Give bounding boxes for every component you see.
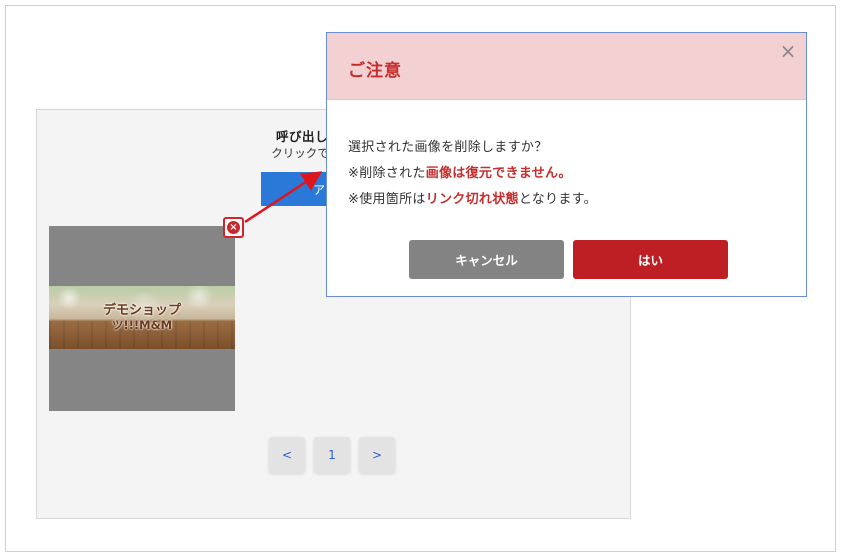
message-line2-highlight: 画像は復元できません。 <box>425 166 572 181</box>
dialog-message-line1: 選択された画像を削除しますか？ <box>348 140 548 155</box>
thumbnail-text-line1: デモショップ <box>102 303 181 318</box>
message-line3-suffix: となります。 <box>518 192 597 207</box>
confirm-yes-button[interactable]: はい <box>573 240 728 279</box>
cancel-button[interactable]: キャンセル <box>409 240 564 279</box>
dialog-message-line2: ※削除された画像は復元できません。 <box>348 162 572 181</box>
dialog-message-line3: ※使用箇所はリンク切れ状態となります。 <box>348 188 597 207</box>
dialog-header: ご注意 × <box>327 33 806 100</box>
pagination-page-1[interactable]: 1 <box>314 437 350 473</box>
close-circle-icon: × <box>227 221 240 234</box>
image-thumbnail[interactable]: デモショップ ツ!!!M&M <box>49 226 235 411</box>
thumbnail-text-line2: ツ!!!M&M <box>111 318 173 332</box>
message-line2-prefix: ※削除された <box>348 166 426 181</box>
pagination-prev-button[interactable]: < <box>269 437 305 473</box>
pagination-next-button[interactable]: > <box>359 437 395 473</box>
delete-image-button[interactable]: × <box>223 217 244 238</box>
delete-confirm-dialog: ご注意 × 選択された画像を削除しますか？ ※削除された画像は復元できません。 … <box>326 32 807 297</box>
close-icon[interactable]: × <box>778 41 798 61</box>
dialog-title: ご注意 <box>348 61 402 81</box>
thumbnail-banner-image: デモショップ ツ!!!M&M <box>49 286 235 349</box>
message-line3-prefix: ※使用箇所は <box>348 192 426 207</box>
message-line3-highlight: リンク切れ状態 <box>425 192 519 207</box>
